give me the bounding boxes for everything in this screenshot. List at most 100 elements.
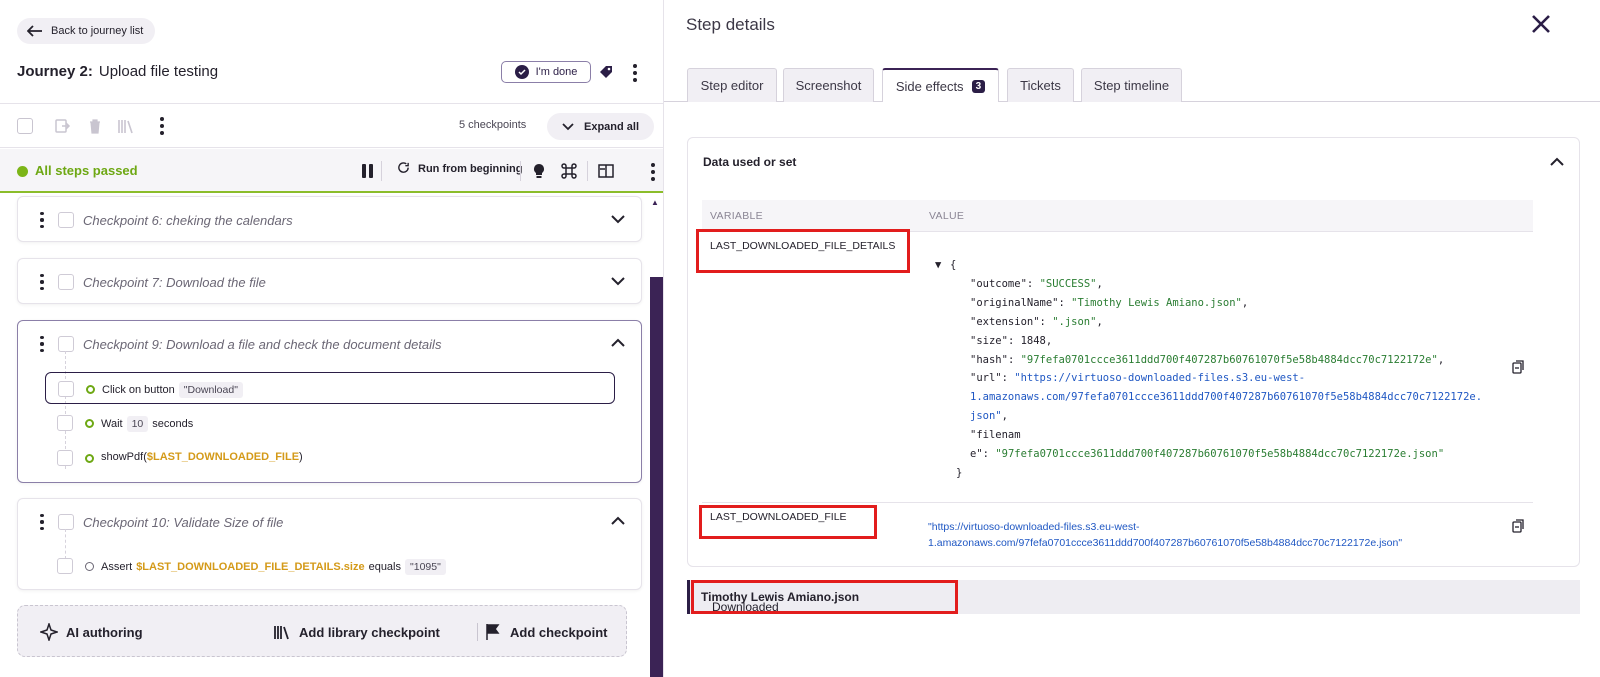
json-brace: { [950,259,957,271]
checkpoint-checkbox[interactable] [58,336,74,352]
tab-screenshot[interactable]: Screenshot [783,68,874,102]
json-key: "outcome" [970,277,1027,290]
json-value: ▼{ "outcome": "SUCCESS", "originalName":… [935,256,1482,483]
step-row[interactable]: showPdf($LAST_DOWNLOADED_FILE) [45,442,615,474]
json-url[interactable]: json" [970,410,1002,422]
tab-step-editor[interactable]: Step editor [687,68,777,102]
checkpoint-title[interactable]: Checkpoint 10: Validate Size of file [83,515,283,530]
checkpoint-title[interactable]: Checkpoint 7: Download the file [83,275,266,290]
tab-label: Step editor [700,78,764,93]
ai-authoring-button[interactable]: AI authoring [40,623,143,641]
checkpoint-checkbox[interactable] [58,274,74,290]
json-key: e" [970,448,983,461]
chevron-up-icon[interactable] [1549,156,1565,168]
step-row[interactable]: Assert $LAST_DOWNLOADED_FILE_DETAILS.siz… [45,550,615,582]
check-circle-icon [514,65,529,79]
step-row[interactable]: Wait 10 seconds [45,407,615,439]
json-key: "hash" [970,353,1008,366]
checkpoint-card[interactable]: Checkpoint 6: cheking the calendars [17,196,642,242]
expand-all-button[interactable]: Expand all [547,113,654,140]
side-effects-count-badge: 3 [971,80,986,93]
json-string: "97fefa0701ccce3611ddd700f407287b6076107… [995,448,1445,461]
run-from-beginning-button[interactable]: Run from beginning [397,162,522,175]
variable-value-link[interactable]: "https://virtuoso-downloaded-files.s3.eu… [928,519,1402,551]
flag-icon [486,624,500,640]
run-label: Run from beginning [418,162,523,175]
add-checkpoint-label: Add checkpoint [510,624,608,640]
drag-handle-icon[interactable] [40,212,44,228]
chevron-down-icon[interactable] [610,275,626,287]
checkpoint-title[interactable]: Checkpoint 6: cheking the calendars [83,213,293,228]
add-library-checkpoint-button[interactable]: Add library checkpoint [273,623,440,641]
checkpoint-card[interactable]: Checkpoint 7: Download the file [17,258,642,304]
journey-more-menu-icon[interactable] [630,64,640,82]
checkpoint-checkbox[interactable] [58,514,74,530]
copy-icon[interactable] [1511,519,1525,533]
step-row-selected[interactable]: Click on button "Download" [45,372,615,404]
library-icon[interactable] [117,117,135,135]
checkpoint-title[interactable]: Checkpoint 9: Download a file and check … [83,337,441,352]
checkpoint-toolbar: 5 checkpoints Expand all [0,103,663,148]
chevron-up-icon[interactable] [610,337,626,349]
expand-all-label: Expand all [583,120,640,133]
toolbar-more-menu-icon[interactable] [157,116,167,136]
json-string: "97fefa0701ccce3611ddd700f407287b6076107… [1020,353,1438,366]
json-number: 1848 [1020,334,1046,347]
step-variable: $LAST_DOWNLOADED_FILE_DETAILS.size [136,561,365,573]
detail-tabs: Step editor Screenshot Side effects 3 Ti… [664,68,1600,103]
json-key: "originalName" [970,296,1059,309]
tag-icon[interactable] [598,64,614,80]
link-line: 1.amazonaws.com/97fefa0701ccce3611ddd700… [928,537,1403,549]
json-key: "url" [970,372,1002,385]
checkpoint-checkbox[interactable] [58,212,74,228]
status-text: All steps passed [35,163,138,178]
drag-handle-icon[interactable] [40,514,44,530]
step-checkbox[interactable] [57,450,73,466]
checkpoint-card[interactable]: Checkpoint 10: Validate Size of file Ass… [17,498,642,590]
step-checkbox[interactable] [58,381,74,397]
split-view-icon[interactable] [597,162,615,180]
back-to-journey-list-button[interactable]: Back to journey list [17,18,156,44]
section-title: Data used or set [703,155,797,169]
step-value: 10 [126,416,149,432]
library-icon [274,626,289,640]
command-icon[interactable] [560,162,578,180]
tab-tickets[interactable]: Tickets [1007,68,1074,102]
json-url[interactable]: "https://virtuoso-downloaded-files.s3.eu… [1014,372,1305,384]
arrow-left-icon [27,25,42,37]
tab-side-effects[interactable]: Side effects 3 [882,68,999,103]
add-checkpoint-button[interactable]: Add checkpoint [484,623,608,641]
add-library-label: Add library checkpoint [299,624,440,640]
drag-handle-icon[interactable] [40,336,44,352]
tab-step-timeline[interactable]: Step timeline [1081,68,1182,102]
tab-label: Step timeline [1093,78,1170,93]
col-variable: VARIABLE [710,210,763,222]
drag-handle-icon[interactable] [40,274,44,290]
checkpoint-card-active[interactable]: Checkpoint 9: Download a file and check … [17,320,642,483]
journey-name[interactable]: Upload file testing [99,63,218,80]
json-url[interactable]: 1.amazonaws.com/97fefa0701ccce3611ddd700… [970,391,1482,403]
chevron-up-icon[interactable] [610,515,626,527]
step-passed-icon [85,419,94,428]
scrollbar-thumb[interactable] [650,277,663,677]
step-checkbox[interactable] [57,415,73,431]
copy-to-icon[interactable] [53,117,71,135]
chevron-down-icon [562,122,574,130]
select-all-checkbox[interactable] [17,118,33,134]
close-icon[interactable] [1530,13,1552,35]
status-more-menu-icon[interactable] [648,163,658,181]
highlight-box [699,505,877,539]
link-line: "https://virtuoso-downloaded-files.s3.eu… [928,521,1140,533]
im-done-button[interactable]: I'm done [501,61,591,83]
chevron-down-icon[interactable] [610,213,626,225]
lightbulb-icon[interactable] [530,162,548,180]
step-text: Wait [101,418,123,430]
step-checkbox[interactable] [57,558,73,574]
ai-authoring-label: AI authoring [66,624,143,640]
copy-icon[interactable] [1511,360,1525,374]
collapse-triangle-icon[interactable]: ▼ [935,256,941,275]
step-suffix: ) [299,451,303,463]
scroll-up-icon[interactable]: ▲ [651,198,659,207]
pause-icon[interactable] [362,164,374,178]
trash-icon[interactable] [86,117,104,135]
